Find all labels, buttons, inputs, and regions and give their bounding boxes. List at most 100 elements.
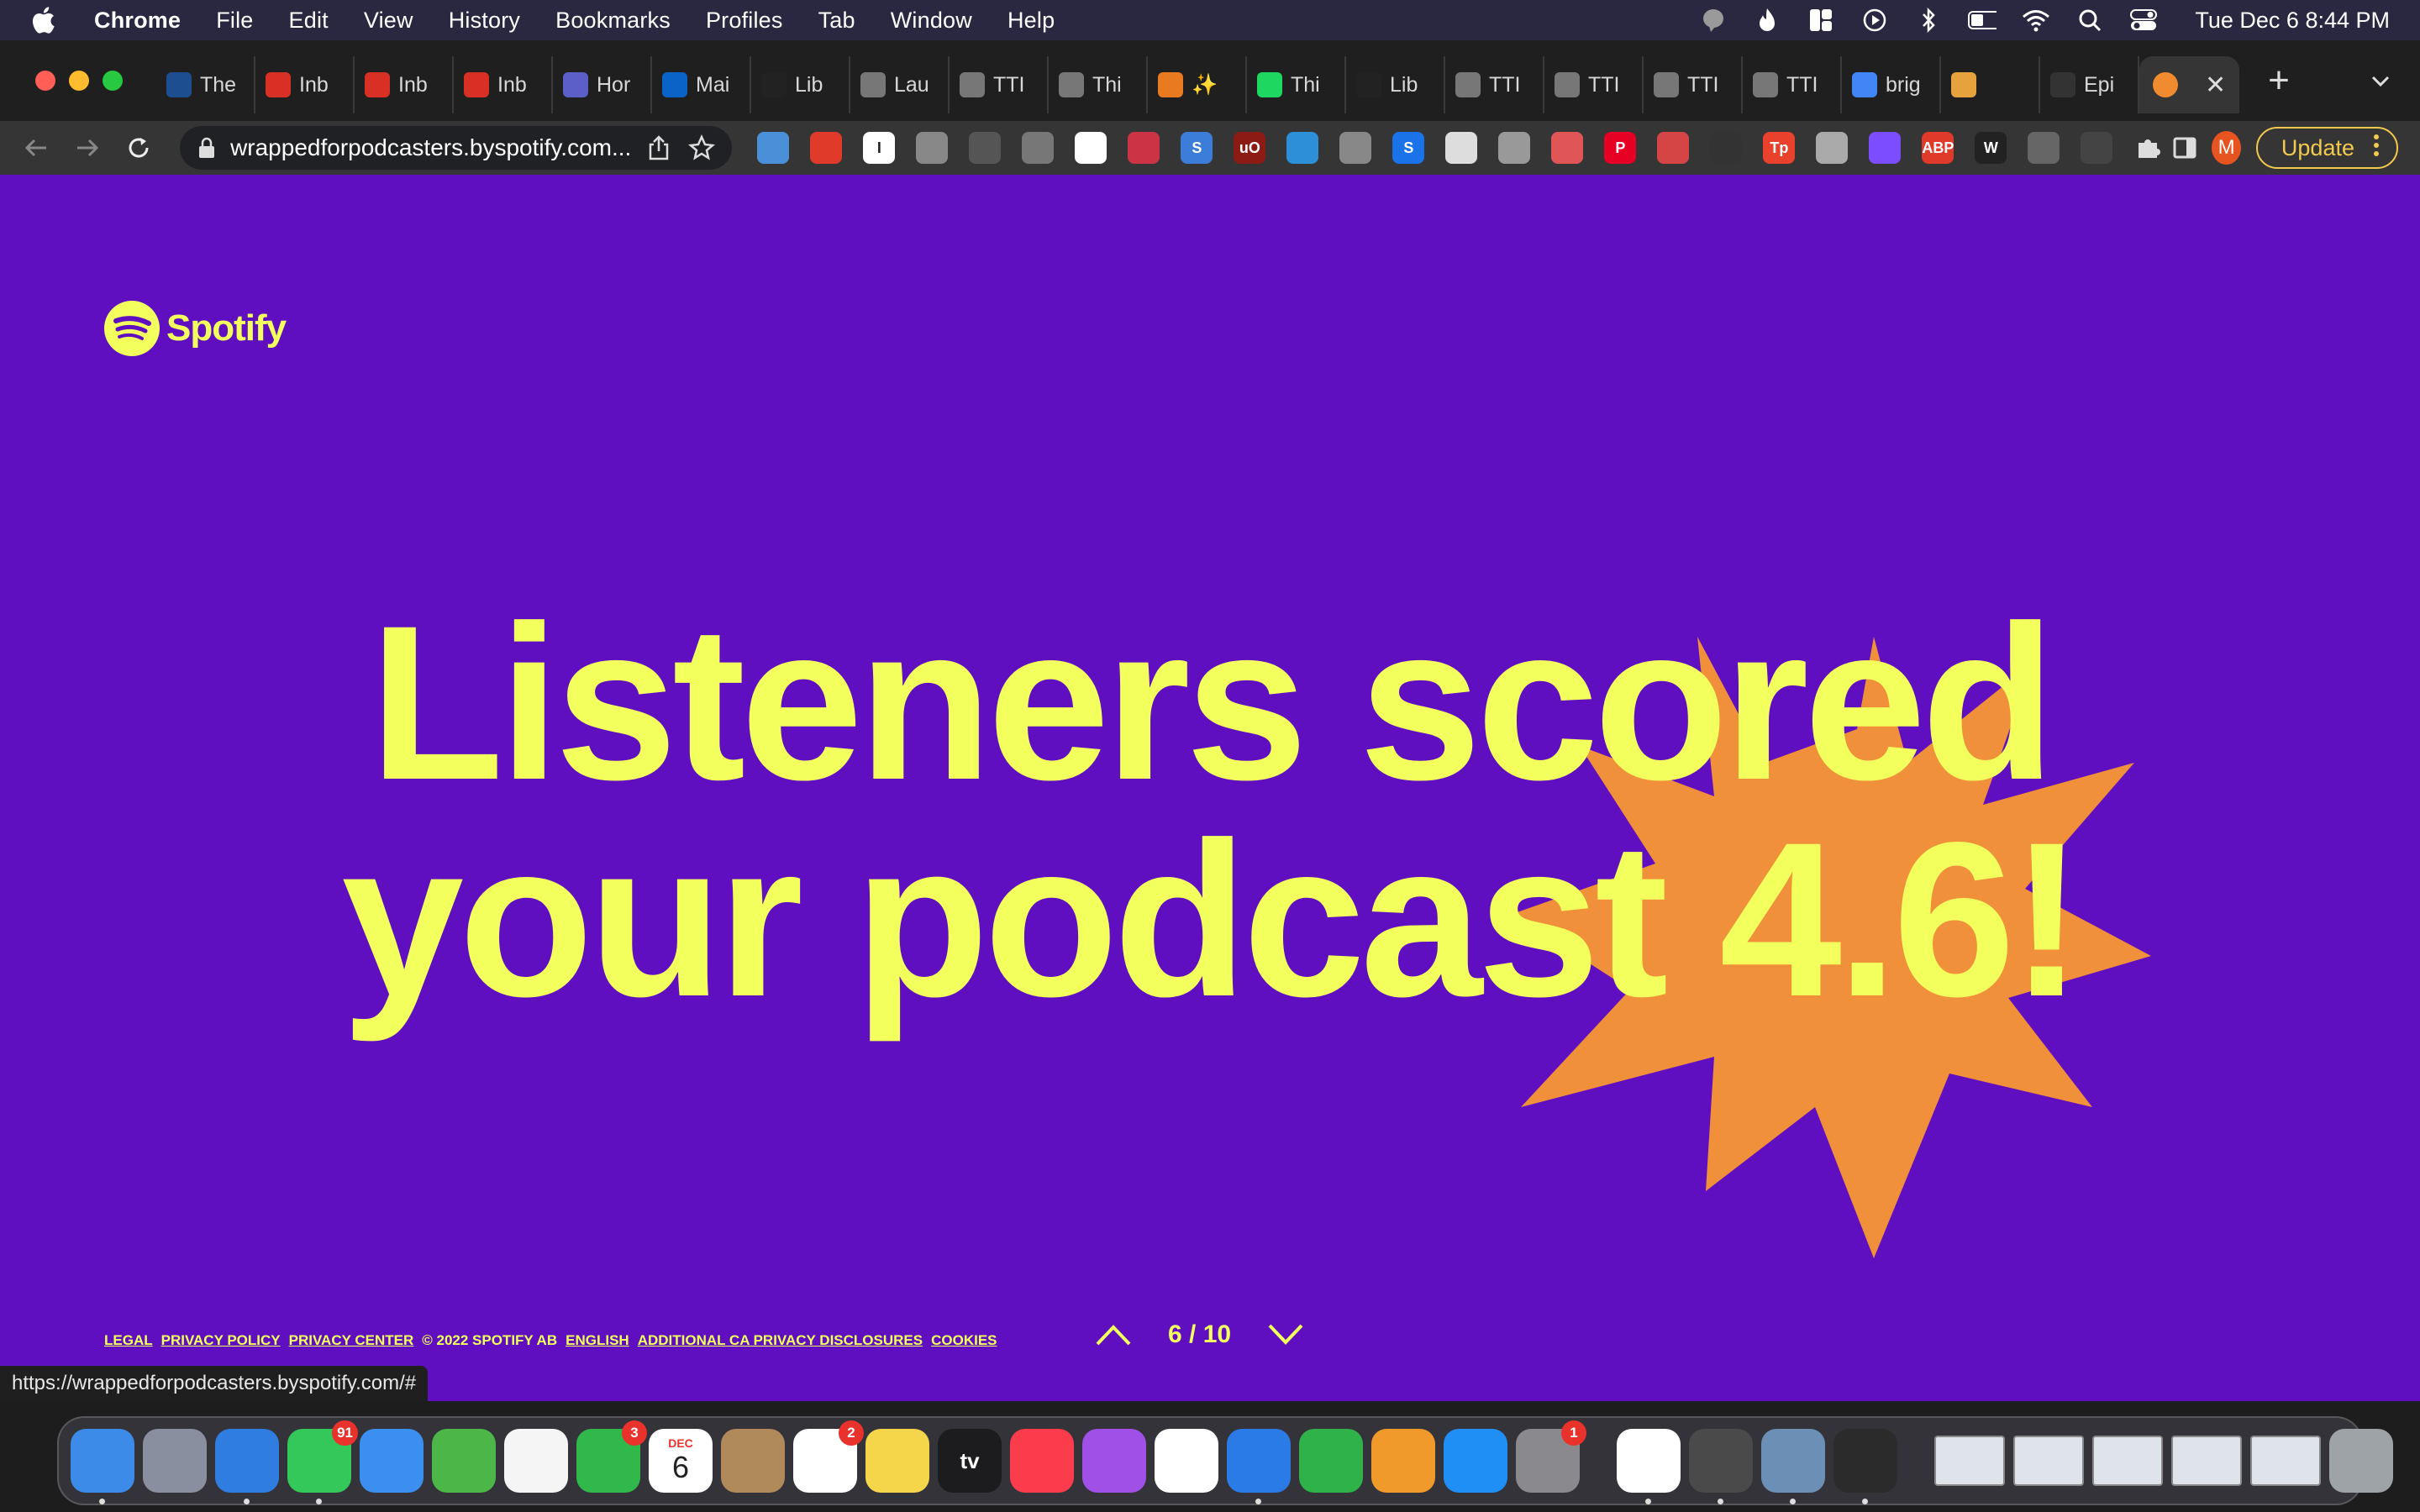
minimized-window-thumbnail[interactable] [2092, 1436, 2163, 1486]
dock-notes-icon[interactable] [865, 1429, 929, 1493]
minimized-window-thumbnail[interactable] [2013, 1436, 2084, 1486]
extension-icon[interactable] [1339, 132, 1372, 164]
extension-icon[interactable] [1657, 132, 1690, 164]
browser-tab[interactable]: Lib [751, 56, 850, 113]
extension-icon[interactable] [1075, 132, 1107, 164]
update-button[interactable]: Update [2255, 127, 2398, 169]
extension-icon[interactable] [757, 132, 790, 164]
extension-icon[interactable] [1445, 132, 1478, 164]
extensions-puzzle-icon[interactable] [2134, 132, 2162, 164]
ca-privacy-link[interactable]: ADDITIONAL CA PRIVACY DISCLOSURES [638, 1332, 923, 1349]
zoom-window-button[interactable] [103, 71, 123, 91]
flame-icon[interactable] [1753, 8, 1781, 33]
menu-tab[interactable]: Tab [818, 8, 855, 34]
dock-contacts-icon[interactable] [721, 1429, 785, 1493]
bookmark-star-icon[interactable] [688, 134, 716, 161]
menu-window[interactable]: Window [891, 8, 972, 34]
browser-tab[interactable] [1941, 56, 2040, 113]
dock-chrome-icon[interactable] [1617, 1429, 1681, 1504]
dock-keynote-icon[interactable] [1227, 1429, 1291, 1504]
control-center-icon[interactable] [2129, 8, 2158, 33]
dock-maps-icon[interactable] [432, 1429, 496, 1493]
address-url[interactable]: wrappedforpodcasters.byspotify.com... [230, 134, 631, 161]
window-layout-icon[interactable] [1807, 8, 1835, 33]
browser-tab[interactable]: ✨ [1148, 56, 1247, 113]
close-tab-icon[interactable]: ✕ [2205, 71, 2226, 100]
cookies-link[interactable]: COOKIES [931, 1332, 997, 1349]
more-menu-icon[interactable] [2373, 133, 2380, 164]
address-bar[interactable]: wrappedforpodcasters.byspotify.com... [180, 126, 733, 170]
tab-search-chevron-icon[interactable] [2368, 68, 2393, 93]
browser-tab[interactable]: Thi [1247, 56, 1346, 113]
dock-facetime-icon[interactable]: 3 [576, 1420, 647, 1493]
privacy-policy-link[interactable]: PRIVACY POLICY [161, 1332, 281, 1349]
menu-help[interactable]: Help [1007, 8, 1055, 34]
new-tab-button[interactable]: + [2268, 60, 2290, 102]
extension-icon[interactable] [2028, 132, 2060, 164]
extension-icon[interactable]: Tp [1763, 132, 1796, 164]
extension-icon[interactable]: S [1392, 132, 1425, 164]
dock-finder-icon[interactable] [71, 1429, 134, 1504]
wifi-icon[interactable] [2022, 8, 2050, 33]
share-icon[interactable] [646, 134, 673, 161]
dock-trash-icon[interactable] [2329, 1429, 2393, 1493]
dock-pages-icon[interactable] [1371, 1429, 1435, 1493]
dock-messages-icon[interactable]: 91 [287, 1420, 358, 1504]
extension-icon[interactable] [1286, 132, 1319, 164]
play-circle-icon[interactable] [1860, 8, 1889, 33]
dock-tv-icon[interactable]: tv [938, 1429, 1002, 1493]
dock-mail-icon[interactable] [360, 1429, 424, 1493]
back-button[interactable] [22, 131, 51, 165]
minimized-window-thumbnail[interactable] [2250, 1436, 2321, 1486]
menu-app-name[interactable]: Chrome [94, 8, 181, 34]
dock-launchpad-icon[interactable] [143, 1429, 207, 1493]
extension-icon[interactable]: ABP [1922, 132, 1954, 164]
menu-file[interactable]: File [216, 8, 253, 34]
dock-calendar-icon[interactable]: DEC 6 [649, 1429, 713, 1493]
menu-clock[interactable]: Tue Dec 6 8:44 PM [2195, 8, 2390, 34]
extension-icon[interactable] [916, 132, 949, 164]
close-window-button[interactable] [35, 71, 55, 91]
extension-icon[interactable] [1128, 132, 1160, 164]
dock-news-icon[interactable] [1155, 1429, 1218, 1493]
battery-icon[interactable] [1968, 8, 1997, 33]
dock-system-preferences-icon[interactable]: 1 [1516, 1420, 1586, 1493]
minimize-window-button[interactable] [69, 71, 89, 91]
extension-icon[interactable]: I [863, 132, 896, 164]
browser-tab[interactable]: TTI [1544, 56, 1644, 113]
extension-icon[interactable]: W [1975, 132, 2007, 164]
menu-bookmarks[interactable]: Bookmarks [555, 8, 671, 34]
extension-icon[interactable] [2081, 132, 2113, 164]
dock-quicktime-icon[interactable] [1833, 1429, 1897, 1504]
dock-numbers-icon[interactable] [1299, 1429, 1363, 1493]
speech-bubble-icon[interactable] [1699, 8, 1728, 33]
extension-icon[interactable] [1869, 132, 1902, 164]
minimized-window-thumbnail[interactable] [2171, 1436, 2242, 1486]
browser-tab[interactable]: Mai [652, 56, 751, 113]
extension-icon[interactable]: uO [1234, 132, 1266, 164]
browser-tab[interactable]: Lib [1346, 56, 1445, 113]
extension-icon[interactable] [1022, 132, 1055, 164]
dock-reminders-icon[interactable]: 2 [793, 1420, 864, 1493]
extension-icon[interactable] [1816, 132, 1849, 164]
extension-icon[interactable] [969, 132, 1002, 164]
browser-tab[interactable]: TTI [1445, 56, 1544, 113]
browser-tab[interactable]: TTI [1743, 56, 1842, 113]
browser-tab[interactable]: TTI [950, 56, 1049, 113]
spotify-logo[interactable]: Spotify [104, 301, 287, 356]
legal-link[interactable]: LEGAL [104, 1332, 153, 1349]
browser-tab[interactable]: Epi [2040, 56, 2139, 113]
next-slide-chevron-down-icon[interactable] [1266, 1322, 1305, 1347]
menu-history[interactable]: History [449, 8, 520, 34]
dock-preview-icon[interactable] [1761, 1429, 1825, 1504]
side-panel-icon[interactable] [2170, 132, 2198, 164]
minimized-window-thumbnail[interactable] [1934, 1436, 2005, 1486]
extension-icon[interactable] [1498, 132, 1531, 164]
menu-profiles[interactable]: Profiles [706, 8, 783, 34]
browser-tab[interactable]: TTI [1644, 56, 1743, 113]
browser-tab[interactable]: Thi [1049, 56, 1148, 113]
browser-tab[interactable]: Lau [850, 56, 950, 113]
extension-icon[interactable] [810, 132, 843, 164]
menu-view[interactable]: View [364, 8, 413, 34]
dock-podcasts-icon[interactable] [1082, 1429, 1146, 1493]
